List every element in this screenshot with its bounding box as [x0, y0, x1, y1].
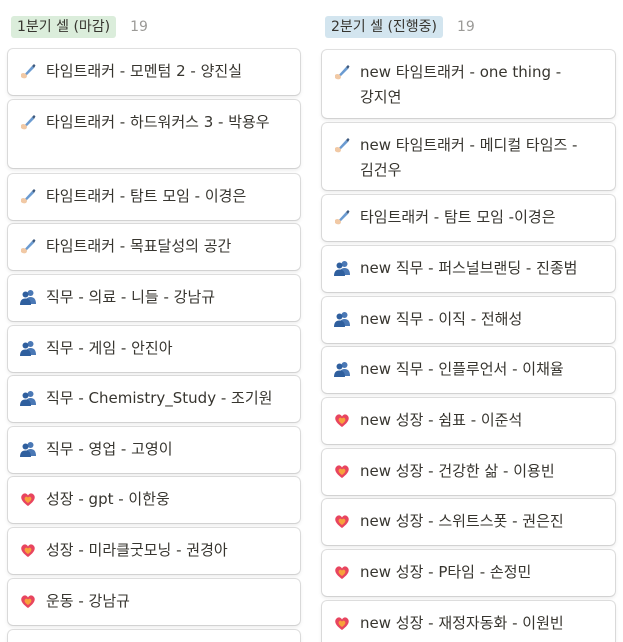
card[interactable]: new 성장 - 재정자동화 - 이원빈 [322, 601, 615, 642]
card[interactable]: new 성장 - 건강한 삶 - 이용빈 [322, 449, 615, 495]
growing-heart-icon [333, 411, 351, 429]
card[interactable]: new 직무 - 인플루언서 - 이채율 [322, 347, 615, 393]
card-title: 운동 - 강남규 [46, 592, 130, 610]
growing-heart-icon [333, 462, 351, 480]
card-title: 성장 - gpt - 이한웅 [46, 490, 170, 508]
card-title: new 직무 - 인플루언서 - 이채율 [360, 360, 564, 378]
card[interactable]: new 성장 - 스위트스폿 - 권은진 [322, 499, 615, 545]
card[interactable]: 직무 - Chemistry_Study - 조기원 [8, 376, 300, 422]
card-count: 19 [130, 19, 148, 35]
card-title: new 성장 - P타임 - 손정민 [360, 563, 532, 581]
card[interactable]: 직무 - 영업 - 고영이 [8, 427, 300, 473]
card[interactable]: new 타임트래커 - one thing - 강지연 [322, 50, 615, 118]
growing-heart-icon [19, 490, 37, 508]
card[interactable]: new 타임트래커 - 메디컬 타임즈 - 김건우 [322, 123, 615, 190]
writing-hand-icon [19, 62, 37, 80]
card[interactable]: 타임트래커 - 탐트 모임 - 이경은 [8, 174, 300, 220]
card-title: 타임트래커 - 탐트 모임 - 이경은 [46, 187, 247, 205]
card[interactable]: 타임트래커 - 하드워커스 3 - 박용우 [8, 100, 300, 168]
column-tag: 2분기 셀 (진행중) [325, 16, 444, 38]
card[interactable]: 성장 - gpt - 이한웅 [8, 477, 300, 523]
card-title: new 타임트래커 - one thing - 강지연 [360, 63, 562, 106]
people-icon [333, 360, 351, 378]
card[interactable]: 타임트래커 - 모멘텀 2 - 양진실 [8, 49, 300, 95]
card-title: 타임트래커 - 모멘텀 2 - 양진실 [46, 62, 243, 80]
card-title: new 성장 - 스위트스폿 - 권은진 [360, 512, 564, 530]
card-partial[interactable] [8, 630, 300, 642]
people-icon [19, 389, 37, 407]
writing-hand-icon [333, 63, 351, 81]
card-title: 타임트래커 - 탐트 모임 -이경은 [360, 208, 556, 226]
growing-heart-icon [333, 614, 351, 632]
column-tag: 1분기 셀 (마감) [11, 16, 117, 38]
card-title: 직무 - 게임 - 안진아 [46, 339, 173, 357]
growing-heart-icon [19, 592, 37, 610]
card-title: new 타임트래커 - 메디컬 타임즈 - 김건우 [360, 136, 578, 179]
card-title: 성장 - 미라클굿모닝 - 권경아 [46, 541, 228, 559]
people-icon [19, 288, 37, 306]
writing-hand-icon [19, 187, 37, 205]
card-title: 직무 - 영업 - 고영이 [46, 440, 173, 458]
growing-heart-icon [19, 541, 37, 559]
card-title: 타임트래커 - 목표달성의 공간 [46, 237, 232, 255]
card-title: new 성장 - 건강한 삶 - 이용빈 [360, 462, 555, 480]
growing-heart-icon [333, 512, 351, 530]
people-icon [333, 259, 351, 277]
card[interactable]: new 성장 - P타임 - 손정민 [322, 550, 615, 596]
card-title: new 성장 - 재정자동화 - 이원빈 [360, 614, 564, 632]
card-title: 직무 - Chemistry_Study - 조기원 [46, 389, 273, 407]
card-count: 19 [457, 19, 475, 35]
card-title: 직무 - 의료 - 니들 - 강남규 [46, 288, 216, 306]
card[interactable]: new 성장 - 쉼표 - 이준석 [322, 398, 615, 444]
writing-hand-icon [333, 136, 351, 154]
kanban-board: 1분기 셀 (마감) 19 타임트래커 - 모멘텀 2 - 양진실 타임트래커 … [0, 0, 623, 642]
card[interactable]: new 직무 - 퍼스널브랜딩 - 진종범 [322, 246, 615, 292]
card[interactable]: 타임트래커 - 탐트 모임 -이경은 [322, 195, 615, 241]
writing-hand-icon [19, 237, 37, 255]
card-title: new 직무 - 이직 - 전해성 [360, 310, 523, 328]
people-icon [333, 310, 351, 328]
card[interactable]: new 직무 - 이직 - 전해성 [322, 297, 615, 343]
writing-hand-icon [19, 113, 37, 131]
people-icon [19, 440, 37, 458]
card-title: 타임트래커 - 하드워커스 3 - 박용우 [46, 113, 270, 131]
growing-heart-icon [333, 563, 351, 581]
people-icon [19, 339, 37, 357]
column-header[interactable]: 1분기 셀 (마감) 19 [11, 16, 148, 38]
card[interactable]: 성장 - 미라클굿모닝 - 권경아 [8, 528, 300, 574]
card-title: new 직무 - 퍼스널브랜딩 - 진종범 [360, 259, 578, 277]
card[interactable]: 타임트래커 - 목표달성의 공간 [8, 224, 300, 270]
column-header[interactable]: 2분기 셀 (진행중) 19 [325, 16, 475, 38]
card[interactable]: 운동 - 강남규 [8, 579, 300, 625]
card[interactable]: 직무 - 의료 - 니들 - 강남규 [8, 275, 300, 321]
card[interactable]: 직무 - 게임 - 안진아 [8, 326, 300, 372]
card-title: new 성장 - 쉼표 - 이준석 [360, 411, 523, 429]
writing-hand-icon [333, 208, 351, 226]
